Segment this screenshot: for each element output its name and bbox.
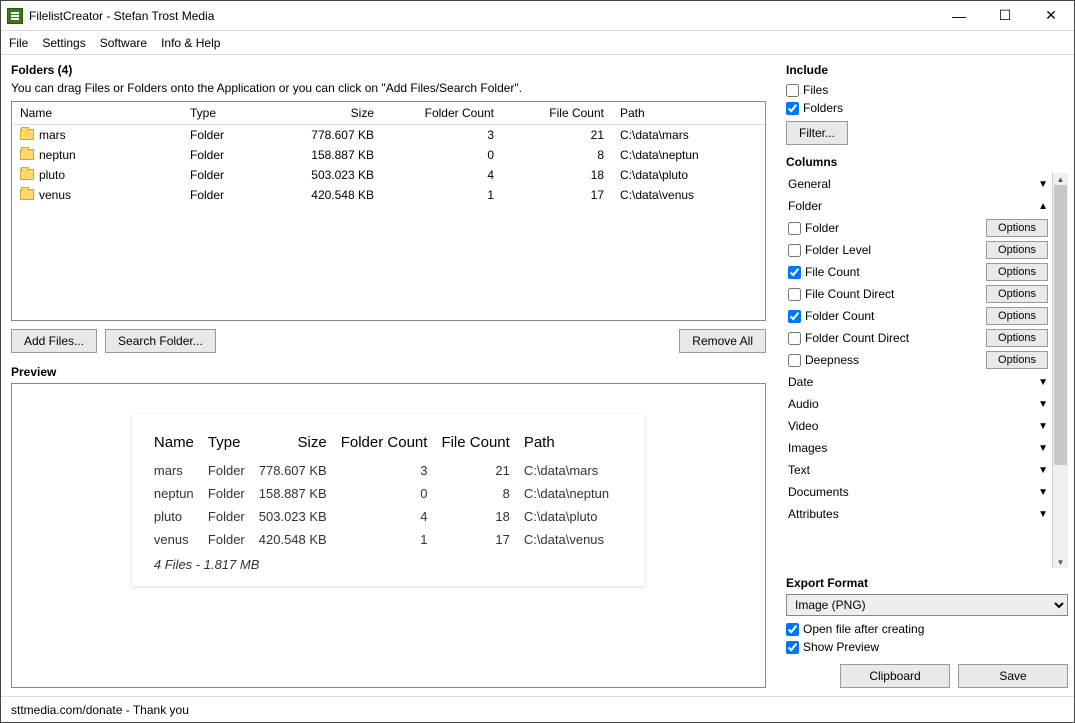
include-title: Include xyxy=(786,63,1068,77)
statusbar: sttmedia.com/donate - Thank you xyxy=(1,696,1074,722)
save-button[interactable]: Save xyxy=(958,664,1068,688)
column-category[interactable]: Documents▼ xyxy=(786,481,1050,503)
column-option: Folder Options xyxy=(786,217,1050,239)
menu-info-help[interactable]: Info & Help xyxy=(161,36,220,50)
preview-row: neptunFolder158.887 KB08C:\data\neptun xyxy=(154,482,623,505)
column-category[interactable]: Folder▲ xyxy=(786,195,1050,217)
show-preview-checkbox[interactable]: Show Preview xyxy=(786,640,1068,654)
options-button[interactable]: Options xyxy=(986,329,1048,347)
options-button[interactable]: Options xyxy=(986,351,1048,369)
menu-settings[interactable]: Settings xyxy=(42,36,85,50)
clipboard-button[interactable]: Clipboard xyxy=(840,664,950,688)
column-category[interactable]: General▼ xyxy=(786,173,1050,195)
column-option-checkbox[interactable]: Deepness xyxy=(788,353,859,367)
filter-button[interactable]: Filter... xyxy=(786,121,848,145)
chevron-down-icon: ▼ xyxy=(1038,377,1048,388)
column-option: File Count Direct Options xyxy=(786,283,1050,305)
remove-all-button[interactable]: Remove All xyxy=(679,329,766,353)
table-row[interactable]: marsFolder778.607 KB321C:\data\mars xyxy=(12,125,765,146)
column-category[interactable]: Audio▼ xyxy=(786,393,1050,415)
preview-row: venusFolder420.548 KB117C:\data\venus xyxy=(154,528,623,551)
columns-title: Columns xyxy=(786,155,1068,169)
export-format-select[interactable]: Image (PNG) xyxy=(786,594,1068,616)
preview-box: ✓ 安下载 anxz.com Name Type Size Folder Cou… xyxy=(11,383,766,688)
window-title: FilelistCreator - Stefan Trost Media xyxy=(29,9,936,23)
col-size[interactable]: Size xyxy=(272,102,382,125)
col-folder-count[interactable]: Folder Count xyxy=(382,102,502,125)
chevron-down-icon: ▼ xyxy=(1038,399,1048,410)
include-folders-checkbox[interactable]: Folders xyxy=(786,101,1068,115)
folder-icon xyxy=(20,149,34,160)
status-text: sttmedia.com/donate - Thank you xyxy=(11,703,189,717)
search-folder-button[interactable]: Search Folder... xyxy=(105,329,216,353)
chevron-up-icon: ▲ xyxy=(1038,201,1048,212)
maximize-button[interactable]: ☐ xyxy=(982,1,1028,30)
options-button[interactable]: Options xyxy=(986,307,1048,325)
chevron-down-icon: ▼ xyxy=(1038,421,1048,432)
chevron-down-icon: ▼ xyxy=(1038,443,1048,454)
columns-scrollbar[interactable]: ▲ ▼ xyxy=(1052,173,1068,568)
column-option-checkbox[interactable]: File Count Direct xyxy=(788,287,894,301)
folders-hint: You can drag Files or Folders onto the A… xyxy=(11,81,766,95)
file-table[interactable]: Name Type Size Folder Count File Count P… xyxy=(11,101,766,321)
column-option-checkbox[interactable]: Folder Level xyxy=(788,243,871,257)
col-path[interactable]: Path xyxy=(612,102,765,125)
menubar: File Settings Software Info & Help xyxy=(1,31,1074,55)
col-file-count[interactable]: File Count xyxy=(502,102,612,125)
open-after-checkbox[interactable]: Open file after creating xyxy=(786,622,1068,636)
preview-row: marsFolder778.607 KB321C:\data\mars xyxy=(154,459,623,482)
column-category[interactable]: Text▼ xyxy=(786,459,1050,481)
titlebar: FilelistCreator - Stefan Trost Media — ☐… xyxy=(1,1,1074,31)
column-option: File Count Options xyxy=(786,261,1050,283)
column-category[interactable]: Date▼ xyxy=(786,371,1050,393)
chevron-down-icon: ▼ xyxy=(1038,179,1048,190)
column-option: Folder Count Options xyxy=(786,305,1050,327)
folder-icon xyxy=(20,169,34,180)
column-option: Folder Level Options xyxy=(786,239,1050,261)
column-category[interactable]: Attributes▼ xyxy=(786,503,1050,525)
column-option-checkbox[interactable]: Folder Count xyxy=(788,309,874,323)
scroll-thumb[interactable] xyxy=(1054,185,1067,465)
col-name[interactable]: Name xyxy=(12,102,182,125)
folders-title: Folders (4) xyxy=(11,63,766,77)
options-button[interactable]: Options xyxy=(986,285,1048,303)
chevron-down-icon: ▼ xyxy=(1038,487,1048,498)
chevron-down-icon: ▼ xyxy=(1038,465,1048,476)
options-button[interactable]: Options xyxy=(986,219,1048,237)
scroll-up-icon[interactable]: ▲ xyxy=(1053,173,1068,185)
preview-row: plutoFolder503.023 KB418C:\data\pluto xyxy=(154,505,623,528)
table-row[interactable]: plutoFolder503.023 KB418C:\data\pluto xyxy=(12,165,765,185)
column-option-checkbox[interactable]: Folder Count Direct xyxy=(788,331,909,345)
include-files-checkbox[interactable]: Files xyxy=(786,83,1068,97)
column-category[interactable]: Video▼ xyxy=(786,415,1050,437)
table-row[interactable]: neptunFolder158.887 KB08C:\data\neptun xyxy=(12,145,765,165)
app-icon xyxy=(7,8,23,24)
close-button[interactable]: ✕ xyxy=(1028,1,1074,30)
folder-icon xyxy=(20,129,34,140)
scroll-down-icon[interactable]: ▼ xyxy=(1053,556,1068,568)
column-category[interactable]: Images▼ xyxy=(786,437,1050,459)
col-type[interactable]: Type xyxy=(182,102,272,125)
menu-file[interactable]: File xyxy=(9,36,28,50)
column-option-checkbox[interactable]: File Count xyxy=(788,265,860,279)
table-row[interactable]: venusFolder420.548 KB117C:\data\venus xyxy=(12,185,765,205)
chevron-down-icon: ▼ xyxy=(1038,509,1048,520)
menu-software[interactable]: Software xyxy=(100,36,147,50)
add-files-button[interactable]: Add Files... xyxy=(11,329,97,353)
folder-icon xyxy=(20,189,34,200)
minimize-button[interactable]: — xyxy=(936,1,982,30)
options-button[interactable]: Options xyxy=(986,241,1048,259)
column-option: Folder Count Direct Options xyxy=(786,327,1050,349)
preview-summary: 4 Files - 1.817 MB xyxy=(154,551,623,572)
options-button[interactable]: Options xyxy=(986,263,1048,281)
preview-label: Preview xyxy=(11,365,766,379)
column-option: Deepness Options xyxy=(786,349,1050,371)
column-option-checkbox[interactable]: Folder xyxy=(788,221,839,235)
export-title: Export Format xyxy=(786,576,1068,590)
